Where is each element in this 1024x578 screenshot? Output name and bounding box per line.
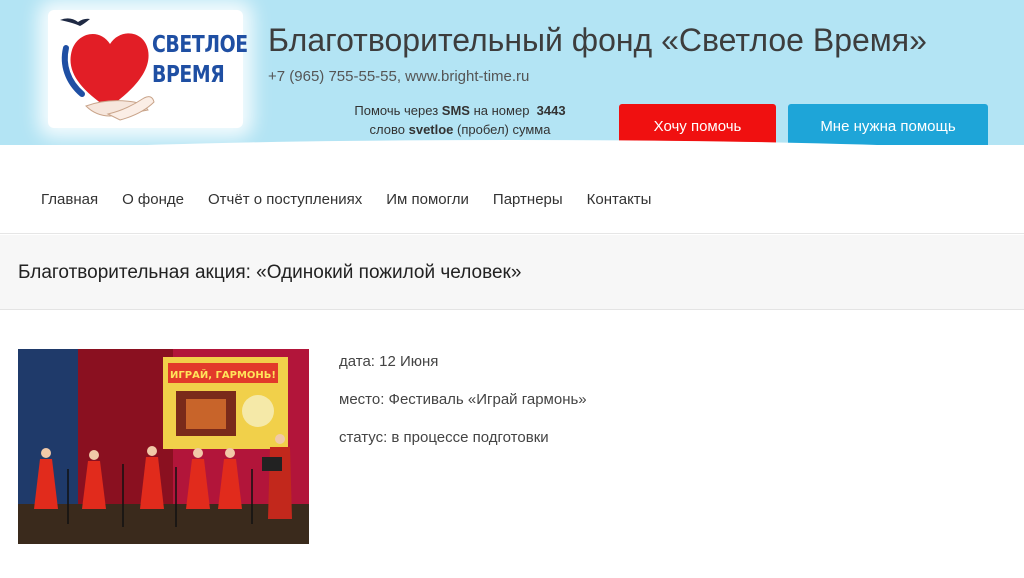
nav-item-report[interactable]: Отчёт о поступлениях [208, 191, 362, 208]
photo-banner-text: ИГРАЙ, ГАРМОНЬ! [170, 368, 276, 381]
nav-item-about[interactable]: О фонде [122, 191, 184, 208]
sms-word: svetloe [408, 122, 454, 137]
logo-wordmark: СВЕТЛОЕ ВРЕМЯ [152, 30, 248, 90]
sms-number: 3443 [536, 103, 566, 118]
logo-line-1: СВЕТЛОЕ [152, 32, 248, 58]
sms-mid: на номер [473, 103, 530, 118]
sms-prefix: Помочь через [354, 103, 439, 118]
event-place: место: Фестиваль «Играй гармонь» [339, 391, 587, 408]
sms-line-1: Помочь через SMS на номер 3443 [340, 101, 580, 120]
sms-label: SMS [441, 103, 470, 118]
nav-item-helped[interactable]: Им помогли [386, 191, 469, 208]
concert-stage-image: ИГРАЙ, ГАРМОНЬ! [18, 349, 309, 544]
site-logo[interactable]: СВЕТЛОЕ ВРЕМЯ [48, 10, 248, 128]
page-title: Благотворительная акция: «Одинокий пожил… [18, 262, 522, 283]
sms-line-2: слово svetloe (пробел) сумма [340, 120, 580, 139]
logo-line-2: ВРЕМЯ [152, 62, 225, 88]
site-title: Благотворительный фонд «Светлое Время» [268, 22, 927, 58]
nav-item-home[interactable]: Главная [41, 191, 98, 208]
event-status: статус: в процессе подготовки [339, 429, 549, 446]
sms-donation-info: Помочь через SMS на номер 3443 слово sve… [340, 101, 580, 139]
nav-item-partners[interactable]: Партнеры [493, 191, 563, 208]
main-nav: Главная О фонде Отчёт о поступлениях Им … [0, 160, 1024, 234]
event-date: дата: 12 Июня [339, 353, 439, 370]
sms-word-suffix: (пробел) сумма [457, 122, 551, 137]
site-contacts: +7 (965) 755-55-55, www.bright-time.ru [268, 68, 530, 85]
event-photo[interactable]: ИГРАЙ, ГАРМОНЬ! [18, 349, 309, 544]
nav-item-contacts[interactable]: Контакты [587, 191, 652, 208]
nav-list: Главная О фонде Отчёт о поступлениях Им … [41, 191, 675, 208]
site-header: СВЕТЛОЕ ВРЕМЯ Благотворительный фонд «Св… [0, 0, 1024, 145]
sms-word-prefix: слово [369, 122, 405, 137]
page-title-bar: Благотворительная акция: «Одинокий пожил… [0, 235, 1024, 310]
need-help-button[interactable]: Мне нужна помощь [788, 104, 988, 145]
help-button[interactable]: Хочу помочь [619, 104, 776, 145]
